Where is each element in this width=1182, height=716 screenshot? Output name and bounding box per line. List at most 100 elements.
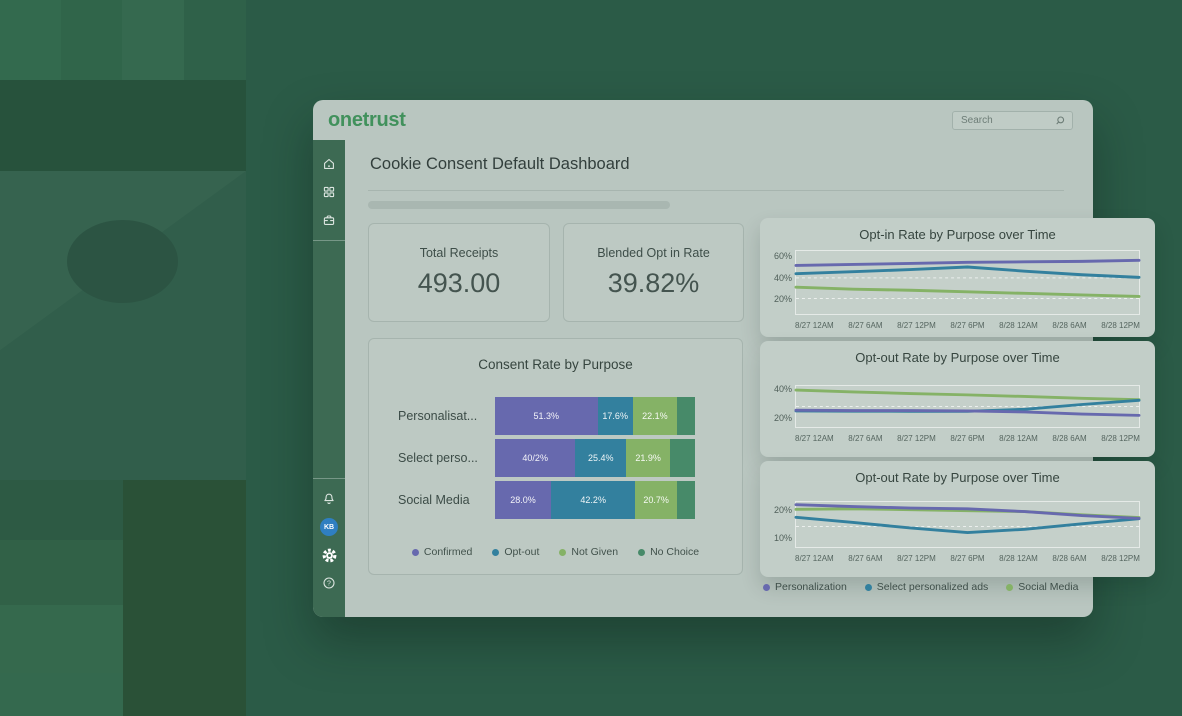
bar-segment: 25.4%: [575, 439, 626, 477]
bar-segment: 28.0%: [495, 481, 551, 519]
series-line-social-media: [796, 287, 1139, 296]
legend-dot: [559, 549, 566, 556]
bar-row: Select perso...40/2%25.4%21.9%: [369, 439, 742, 477]
opt-in-rate-chart-card: Opt-in Rate by Purpose over Time 60% 40% 2…: [760, 218, 1155, 337]
y-tick-label: 20%: [774, 413, 792, 423]
svg-text:?: ?: [327, 580, 331, 587]
help-icon: ?: [322, 576, 336, 590]
user-avatar-button[interactable]: KB: [313, 513, 345, 541]
series-line-social-media: [796, 390, 1139, 400]
y-tick-label: 20%: [774, 294, 792, 304]
bar-segment: 17.6%: [598, 397, 633, 435]
legend-label: Opt-out: [504, 546, 539, 558]
briefcase-icon: [322, 213, 336, 227]
plot-area: [795, 250, 1140, 315]
kpi-value: 493.00: [369, 268, 549, 299]
legend-label: No Choice: [650, 546, 699, 558]
kpi-card-blended-opt-in-rate: Blended Opt in Rate 39.82%: [563, 223, 744, 322]
sidebar: KB ?: [313, 140, 345, 617]
sidebar-apps-button[interactable]: [313, 178, 345, 206]
y-tick-label: 60%: [774, 251, 792, 261]
legend-label: Not Given: [571, 546, 618, 558]
background-shape: [0, 605, 123, 673]
background-shape: [0, 673, 123, 716]
x-tick-label: 8/28 12PM: [1101, 321, 1140, 330]
search-input[interactable]: [959, 114, 1054, 127]
x-tick-label: 8/27 12PM: [897, 554, 936, 563]
y-tick-label: 40%: [774, 384, 792, 394]
x-tick-label: 8/27 12AM: [795, 554, 834, 563]
kpi-card-total-receipts: Total Receipts 493.00: [368, 223, 550, 322]
chart-title: Opt-in Rate by Purpose over Time: [760, 227, 1155, 242]
bar-category-label: Social Media: [369, 493, 495, 507]
legend-dot: [412, 549, 419, 556]
app-window: onetrust: [313, 100, 1093, 617]
search-icon: [1054, 115, 1066, 127]
chart-title: Consent Rate by Purpose: [369, 357, 742, 372]
line-chart: [796, 251, 1139, 314]
chart-title: Opt-out Rate by Purpose over Time: [760, 470, 1155, 485]
bar-row: Social Media28.0%42.2%20.7%: [369, 481, 742, 519]
x-tick-label: 8/27 12AM: [795, 434, 834, 443]
background-shape: [184, 0, 246, 80]
background-shape: [0, 80, 246, 171]
help-button[interactable]: ?: [313, 569, 345, 597]
skeleton-bar: [368, 201, 670, 209]
legend-item: No Choice: [638, 546, 699, 558]
app-header: onetrust: [313, 100, 1093, 140]
bar-segment: [677, 397, 695, 435]
settings-button[interactable]: [313, 541, 345, 569]
consent-rate-by-purpose-card: Consent Rate by Purpose Personalisat...5…: [368, 338, 743, 575]
line-chart: [796, 502, 1139, 547]
bar-segment: [670, 439, 695, 477]
opt-out-rate-chart-card-2: Opt-out Rate by Purpose over Time 20%10%…: [760, 461, 1155, 577]
sidebar-briefcase-button[interactable]: [313, 206, 345, 234]
search-box[interactable]: [952, 111, 1073, 130]
legend-dot: [865, 584, 872, 591]
opt-out-rate-chart-card-1: Opt-out Rate by Purpose over Time 40%20%…: [760, 341, 1155, 457]
line-charts-legend: Personalization Select personalized ads So…: [763, 581, 1078, 593]
stacked-bar-chart: Personalisat...51.3%17.6%22.1%Select per…: [369, 397, 742, 523]
legend-item: Personalization: [763, 581, 847, 593]
legend-label: Confirmed: [424, 546, 472, 558]
x-tick-label: 8/27 6AM: [848, 554, 882, 563]
y-tick-label: 10%: [774, 533, 792, 543]
notifications-button[interactable]: [313, 485, 345, 513]
bar-segment: 22.1%: [633, 397, 677, 435]
sidebar-divider: [313, 240, 345, 241]
kpi-label: Total Receipts: [369, 246, 549, 260]
background-shape: [0, 0, 61, 80]
x-tick-label: 8/27 6PM: [950, 321, 984, 330]
x-tick-label: 8/27 12AM: [795, 321, 834, 330]
x-tick-label: 8/28 12AM: [999, 321, 1038, 330]
stacked-bar: 28.0%42.2%20.7%: [495, 481, 695, 519]
legend-label: Select personalized ads: [877, 581, 989, 593]
legend-item: Confirmed: [412, 546, 472, 558]
sidebar-home-button[interactable]: [313, 150, 345, 178]
plot-area: [795, 501, 1140, 548]
avatar: KB: [320, 518, 338, 536]
series-line-personalization: [796, 410, 1139, 415]
bar-segment: 40/2%: [495, 439, 575, 477]
x-tick-label: 8/28 6AM: [1052, 554, 1086, 563]
legend-item: Select personalized ads: [865, 581, 989, 593]
legend-dot: [638, 549, 645, 556]
bar-category-label: Personalisat...: [369, 409, 495, 423]
x-tick-label: 8/28 12AM: [999, 554, 1038, 563]
legend-dot: [763, 584, 770, 591]
y-tick-label: 40%: [774, 273, 792, 283]
background-shape: [0, 480, 123, 540]
background-shape: [123, 480, 246, 716]
legend-dot: [492, 549, 499, 556]
page-title: Cookie Consent Default Dashboard: [370, 155, 630, 174]
bar-segment: 21.9%: [626, 439, 670, 477]
legend-label: Personalization: [775, 581, 847, 593]
background-shape: [61, 0, 122, 80]
background-circle: [67, 220, 178, 303]
chart-legend: Confirmed Opt-out Not Given No Choice: [369, 546, 742, 558]
x-tick-label: 8/27 6AM: [848, 434, 882, 443]
legend-label: Social Media: [1018, 581, 1078, 593]
x-tick-label: 8/27 6AM: [848, 321, 882, 330]
legend-item: Opt-out: [492, 546, 539, 558]
x-tick-label: 8/28 6AM: [1052, 321, 1086, 330]
